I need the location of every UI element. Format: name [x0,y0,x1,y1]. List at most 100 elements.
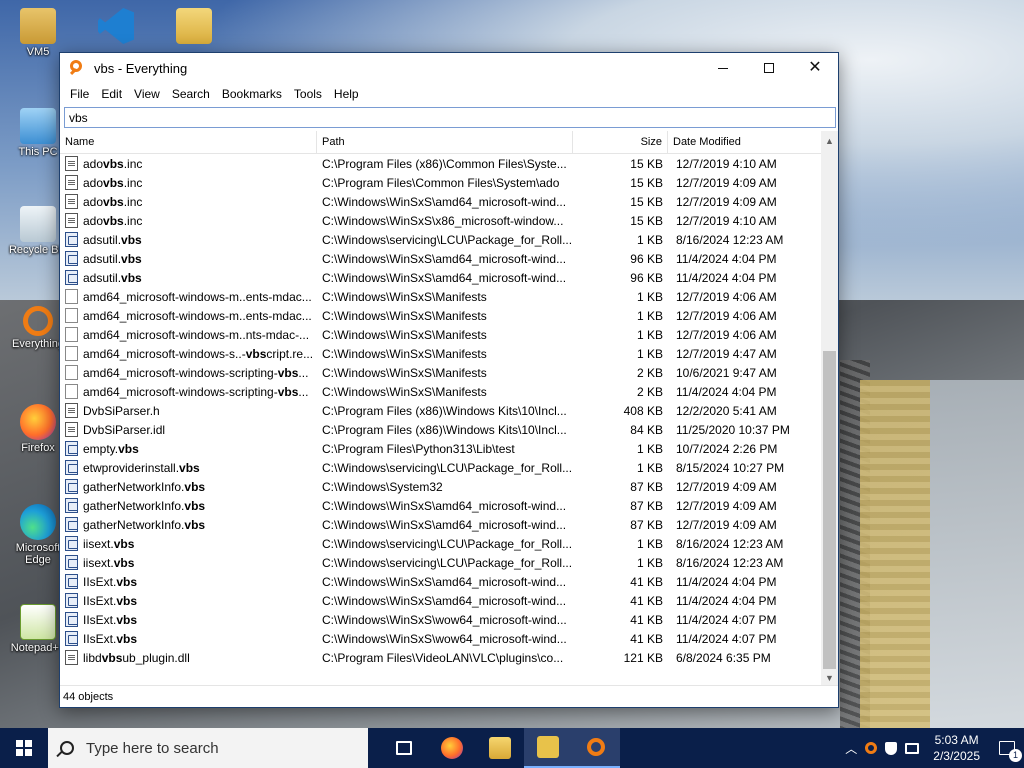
result-row[interactable]: adovbs.inc C:\Windows\WinSxS\amd64_micros… [60,192,822,211]
result-row[interactable]: libdvbsub_plugin.dll C:\Program Files\Vid… [60,648,822,667]
result-path-cell: C:\Windows\WinSxS\Manifests [322,365,487,380]
taskbar-search-box[interactable]: Type here to search [48,728,368,768]
result-name-cell: empty.vbs [60,441,317,456]
result-size-cell: 41 KB [630,631,663,646]
result-size-cell: 1 KB [636,232,663,247]
menu-tools[interactable]: Tools [288,87,328,101]
result-row[interactable]: gatherNetworkInfo.vbs C:\Windows\WinSxS\a… [60,496,822,515]
result-row[interactable]: adsutil.vbs C:\Windows\servicing\LCU\Pack… [60,230,822,249]
result-row[interactable]: amd64_microsoft-windows-m..nts-mdac-... C… [60,325,822,344]
taskbar-search-placeholder: Type here to search [86,739,219,757]
menu-search[interactable]: Search [166,87,216,101]
taskbar-clock[interactable]: 5:03 AM 2/3/2025 [923,732,990,764]
result-row[interactable]: DvbSiParser.idl C:\Program Files (x86)\Wi… [60,420,822,439]
show-hidden-icons-button[interactable]: ︿ [841,728,861,768]
maximize-button[interactable] [746,53,792,83]
menu-bookmarks[interactable]: Bookmarks [216,87,288,101]
result-row[interactable]: gatherNetworkInfo.vbs C:\Windows\System32… [60,477,822,496]
result-filename: adsutil.vbs [83,251,142,266]
scroll-up-icon[interactable]: ▲ [821,132,838,149]
task-view-button[interactable] [380,728,428,768]
result-row[interactable]: adsutil.vbs C:\Windows\WinSxS\amd64_micro… [60,249,822,268]
result-name-cell: amd64_microsoft-windows-s..-vbscript.re.… [60,346,317,361]
result-row[interactable]: DvbSiParser.h C:\Program Files (x86)\Wind… [60,401,822,420]
menu-bar: File Edit View Search Bookmarks Tools He… [60,83,838,105]
vbscript-file-icon [65,498,78,513]
desktop-icon-vm5[interactable]: VM5 [8,8,68,58]
result-date-cell: 12/7/2019 4:09 AM [676,498,777,513]
result-row[interactable]: IIsExt.vbs C:\Windows\WinSxS\wow64_micros… [60,610,822,629]
result-date-cell: 11/4/2024 4:04 PM [676,574,777,589]
result-row[interactable]: adovbs.inc C:\Windows\WinSxS\x86_microsof… [60,211,822,230]
vbscript-file-icon [65,270,78,285]
column-header-size[interactable]: Size [573,131,668,153]
results-list: adovbs.inc C:\Program Files (x86)\Common … [60,154,822,686]
taskbar-file-explorer[interactable] [476,728,524,768]
result-size-cell: 41 KB [630,612,663,627]
result-row[interactable]: amd64_microsoft-windows-scripting-vbs...… [60,363,822,382]
result-path-cell: C:\Program Files (x86)\Windows Kits\10\I… [322,422,567,437]
search-input[interactable] [64,107,836,128]
result-date-cell: 12/7/2019 4:10 AM [676,213,777,228]
result-row[interactable]: IIsExt.vbs C:\Windows\WinSxS\amd64_micros… [60,591,822,610]
result-row[interactable]: amd64_microsoft-windows-m..ents-mdac... C… [60,306,822,325]
taskbar-app-active[interactable] [524,728,572,768]
scroll-down-icon[interactable]: ▼ [821,669,838,686]
result-row[interactable]: gatherNetworkInfo.vbs C:\Windows\WinSxS\a… [60,515,822,534]
menu-view[interactable]: View [128,87,166,101]
result-size-cell: 2 KB [636,365,663,380]
result-row[interactable]: IIsExt.vbs C:\Windows\WinSxS\amd64_micros… [60,572,822,591]
result-name-cell: etwproviderinstall.vbs [60,460,317,475]
menu-help[interactable]: Help [328,87,365,101]
result-row[interactable]: adsutil.vbs C:\Windows\WinSxS\amd64_micro… [60,268,822,287]
column-header-date-modified[interactable]: Date Modified [668,131,822,153]
result-row[interactable]: amd64_microsoft-windows-s..-vbscript.re.… [60,344,822,363]
result-filename: amd64_microsoft-windows-scripting-vbs... [83,365,309,380]
minimize-button[interactable] [700,53,746,83]
scrollbar-thumb[interactable] [823,351,836,669]
tray-everything[interactable] [861,728,881,768]
result-row[interactable]: adovbs.inc C:\Program Files\Common Files\… [60,173,822,192]
title-bar[interactable]: vbs - Everything ✕ [60,53,838,83]
menu-file[interactable]: File [64,87,95,101]
menu-edit[interactable]: Edit [95,87,128,101]
tray-network[interactable] [901,728,923,768]
result-row[interactable]: iisext.vbs C:\Windows\servicing\LCU\Packa… [60,534,822,553]
minimize-icon [718,67,728,69]
result-row[interactable]: etwproviderinstall.vbs C:\Windows\servici… [60,458,822,477]
column-header-path[interactable]: Path [317,131,573,153]
result-row[interactable]: adovbs.inc C:\Program Files (x86)\Common … [60,154,822,173]
result-row[interactable]: iisext.vbs C:\Windows\servicing\LCU\Packa… [60,553,822,572]
blank-file-icon [65,384,78,399]
vbscript-file-icon [65,479,78,494]
document-file-icon [65,213,78,228]
desktop-icon-vscode[interactable] [86,8,146,46]
result-date-cell: 12/7/2019 4:10 AM [676,156,777,171]
result-size-cell: 1 KB [636,460,663,475]
result-row[interactable]: empty.vbs C:\Program Files\Python313\Lib\… [60,439,822,458]
notification-center-button[interactable]: 1 [990,728,1024,768]
vertical-scrollbar[interactable]: ▲ ▼ [821,131,838,686]
taskbar-firefox[interactable] [428,728,476,768]
folder-icon [176,8,212,44]
result-path-cell: C:\Windows\WinSxS\wow64_microsoft-wind..… [322,612,567,627]
network-icon [905,742,920,754]
taskbar-everything[interactable] [572,728,620,768]
start-button[interactable] [0,728,48,768]
result-row[interactable]: amd64_microsoft-windows-scripting-vbs...… [60,382,822,401]
result-name-cell: gatherNetworkInfo.vbs [60,479,317,494]
result-name-cell: adovbs.inc [60,175,317,190]
system-tray: ︿ 5:03 AM 2/3/2025 1 [841,728,1024,768]
desktop-icon-folder[interactable] [164,8,224,46]
close-button[interactable]: ✕ [792,53,838,83]
result-size-cell: 96 KB [630,251,663,266]
result-path-cell: C:\Windows\WinSxS\amd64_microsoft-wind..… [322,517,567,532]
tray-security[interactable] [881,728,901,768]
result-row[interactable]: IIsExt.vbs C:\Windows\WinSxS\wow64_micros… [60,629,822,648]
result-path-cell: C:\Windows\WinSxS\Manifests [322,327,487,342]
result-row[interactable]: amd64_microsoft-windows-m..ents-mdac... C… [60,287,822,306]
column-header-name[interactable]: Name [60,131,317,153]
notepadpp-icon [20,604,56,640]
result-date-cell: 11/4/2024 4:04 PM [676,593,777,608]
document-file-icon [65,194,78,209]
